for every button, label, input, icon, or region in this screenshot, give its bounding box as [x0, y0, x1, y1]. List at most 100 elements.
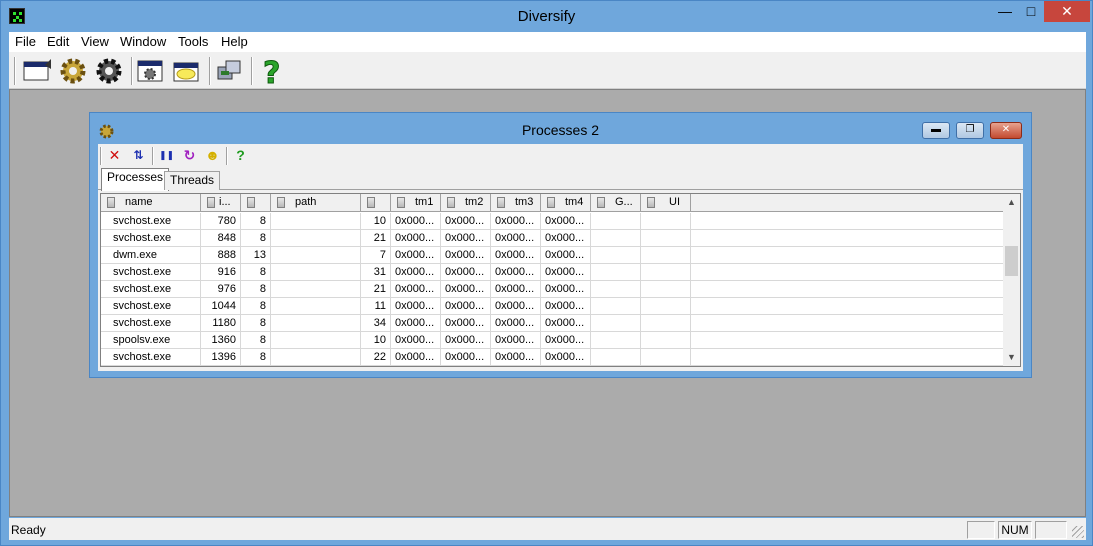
new-window-icon[interactable]: [21, 55, 53, 87]
gear-dark-icon[interactable]: [93, 55, 125, 87]
help-icon[interactable]: ?: [232, 147, 249, 164]
table-cell: 8: [241, 315, 271, 332]
table-cell: 0x000...: [391, 315, 441, 332]
column-header[interactable]: [241, 194, 271, 212]
table-cell: 21: [361, 281, 391, 298]
filter-icon[interactable]: [247, 197, 255, 208]
tab-threads[interactable]: Threads: [164, 171, 221, 190]
table-cell: [591, 332, 641, 349]
filter-icon[interactable]: [597, 197, 605, 208]
table-cell: 0x000...: [441, 281, 491, 298]
minimize-button[interactable]: —: [992, 1, 1018, 22]
column-header-label: i...: [219, 196, 231, 208]
menu-bar: File Edit View Window Tools Help: [9, 32, 1086, 52]
table-cell: 0x000...: [491, 264, 541, 281]
network-icon[interactable]: [213, 55, 245, 87]
table-cell: 0x000...: [491, 213, 541, 230]
sort-icon[interactable]: ⇅: [130, 147, 147, 164]
menu-view[interactable]: View: [81, 34, 109, 49]
child-window-title: Processes 2: [521, 122, 600, 138]
scroll-down-icon[interactable]: ▼: [1003, 349, 1020, 366]
filter-icon[interactable]: [277, 197, 285, 208]
child-close-button[interactable]: ✕: [990, 122, 1022, 139]
column-header[interactable]: tm2: [441, 194, 491, 212]
column-header[interactable]: tm3: [491, 194, 541, 212]
child-minimize-button[interactable]: ▬: [922, 122, 950, 139]
table-cell: 0x000...: [491, 281, 541, 298]
table-row[interactable]: spoolsv.exe 1360 8 10 0x000... 0x000... 0x000.…: [101, 332, 1004, 349]
table-cell: [641, 281, 691, 298]
status-bar: Ready NUM: [9, 518, 1086, 540]
child-restore-button[interactable]: ❐: [956, 122, 984, 139]
table-row[interactable]: svchost.exe 1044 8 11 0x000... 0x000... 0x000.…: [101, 298, 1004, 315]
maximize-button[interactable]: □: [1018, 1, 1044, 22]
column-header[interactable]: tm4: [541, 194, 591, 212]
table-cell: [591, 315, 641, 332]
table-cell: 0x000...: [491, 332, 541, 349]
table-cell: 0x000...: [391, 332, 441, 349]
status-pane: [1035, 521, 1067, 539]
vertical-scrollbar[interactable]: ▲ ▼: [1003, 194, 1020, 366]
refresh-icon[interactable]: ↻: [181, 147, 198, 164]
column-header[interactable]: [361, 194, 391, 212]
filter-icon[interactable]: [107, 197, 115, 208]
table-row[interactable]: svchost.exe 848 8 21 0x000... 0x000... 0x000..…: [101, 230, 1004, 247]
table-cell: 31: [361, 264, 391, 281]
filter-icon[interactable]: [647, 197, 655, 208]
table-row[interactable]: svchost.exe 780 8 10 0x000... 0x000... 0x000..…: [101, 213, 1004, 230]
menu-edit[interactable]: Edit: [47, 34, 69, 49]
table-row[interactable]: svchost.exe 1180 8 34 0x000... 0x000... 0x000.…: [101, 315, 1004, 332]
table-cell: [641, 298, 691, 315]
menu-window[interactable]: Window: [120, 34, 166, 49]
table-cell: svchost.exe: [101, 298, 201, 315]
table-cell: [591, 230, 641, 247]
scroll-up-icon[interactable]: ▲: [1003, 194, 1020, 211]
process-grid[interactable]: name i... path tm1 tm2 tm3 tm4 G... UI svchost.e…: [100, 193, 1021, 367]
window-gear-icon[interactable]: [135, 55, 167, 87]
filter-icon[interactable]: [207, 197, 215, 208]
column-header[interactable]: path: [271, 194, 361, 212]
table-cell: 0x000...: [441, 213, 491, 230]
scroll-thumb[interactable]: [1005, 246, 1018, 276]
help-icon[interactable]: ?: [255, 55, 287, 92]
column-header[interactable]: G...: [591, 194, 641, 212]
table-row[interactable]: svchost.exe 1396 8 22 0x000... 0x000... 0x000.…: [101, 349, 1004, 366]
table-cell: 21: [361, 230, 391, 247]
close-icon[interactable]: ✕: [106, 147, 123, 164]
menu-help[interactable]: Help: [221, 34, 248, 49]
pause-icon[interactable]: ❚❚: [158, 147, 175, 164]
table-cell: 8: [241, 298, 271, 315]
filter-icon[interactable]: [547, 197, 555, 208]
title-bar[interactable]: Diversify — □ ✕: [1, 1, 1092, 32]
table-cell: 0x000...: [391, 230, 441, 247]
column-header[interactable]: name: [101, 194, 201, 212]
table-cell: 10: [361, 332, 391, 349]
close-button[interactable]: ✕: [1044, 1, 1090, 22]
table-row[interactable]: dwm.exe 888 13 7 0x000... 0x000... 0x000... 0x0…: [101, 247, 1004, 264]
menu-file[interactable]: File: [15, 34, 36, 49]
table-row[interactable]: svchost.exe 976 8 21 0x000... 0x000... 0x000..…: [101, 281, 1004, 298]
status-text: Ready: [11, 523, 46, 537]
column-header-label: tm2: [465, 196, 484, 208]
filter-icon[interactable]: [497, 197, 505, 208]
open-folder-icon[interactable]: [171, 55, 203, 87]
filter-icon[interactable]: [397, 197, 405, 208]
table-cell: [591, 213, 641, 230]
table-cell: 0x000...: [541, 213, 591, 230]
column-header[interactable]: i...: [201, 194, 241, 212]
filter-icon[interactable]: [447, 197, 455, 208]
table-cell: 0x000...: [441, 349, 491, 366]
filter-icon[interactable]: [367, 197, 375, 208]
window-title: Diversify: [517, 8, 576, 25]
table-row[interactable]: svchost.exe 916 8 31 0x000... 0x000... 0x000..…: [101, 264, 1004, 281]
table-cell: 0x000...: [391, 281, 441, 298]
column-header[interactable]: tm1: [391, 194, 441, 212]
menu-tools[interactable]: Tools: [178, 34, 208, 49]
table-cell: svchost.exe: [101, 281, 201, 298]
gear-icon[interactable]: [57, 55, 89, 87]
column-header[interactable]: UI: [641, 194, 691, 212]
smiley-icon[interactable]: ☻: [204, 147, 221, 164]
table-cell: [271, 281, 361, 298]
resize-grip[interactable]: [1072, 526, 1084, 538]
tab-processes[interactable]: Processes: [101, 168, 170, 191]
